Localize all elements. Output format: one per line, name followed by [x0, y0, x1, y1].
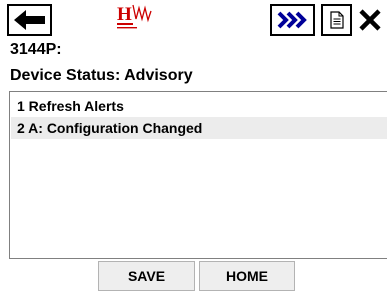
document-icon	[329, 11, 344, 29]
home-button[interactable]: HOME	[199, 261, 295, 291]
svg-text:H: H	[117, 4, 132, 25]
back-button[interactable]	[7, 4, 52, 36]
hart-logo-icon: H	[116, 3, 162, 33]
menu-item-configuration-changed[interactable]: 2 A: Configuration Changed	[11, 117, 387, 139]
close-x-icon	[359, 9, 381, 31]
device-tag: 3144P:	[10, 41, 62, 58]
triple-chevron-right-icon	[277, 11, 307, 29]
menu-item-label: 1 Refresh Alerts	[17, 98, 124, 114]
menu-item-label: 2 A: Configuration Changed	[17, 120, 203, 136]
left-arrow-icon	[13, 10, 45, 30]
save-button[interactable]: SAVE	[98, 261, 195, 291]
document-button[interactable]	[321, 4, 352, 36]
page-title: Device Status: Advisory	[10, 67, 193, 84]
forward-button[interactable]	[270, 4, 315, 36]
menu-item-refresh-alerts[interactable]: 1 Refresh Alerts	[11, 95, 387, 117]
menu-list: 1 Refresh Alerts 2 A: Configuration Chan…	[9, 91, 387, 259]
close-button[interactable]	[353, 4, 387, 36]
